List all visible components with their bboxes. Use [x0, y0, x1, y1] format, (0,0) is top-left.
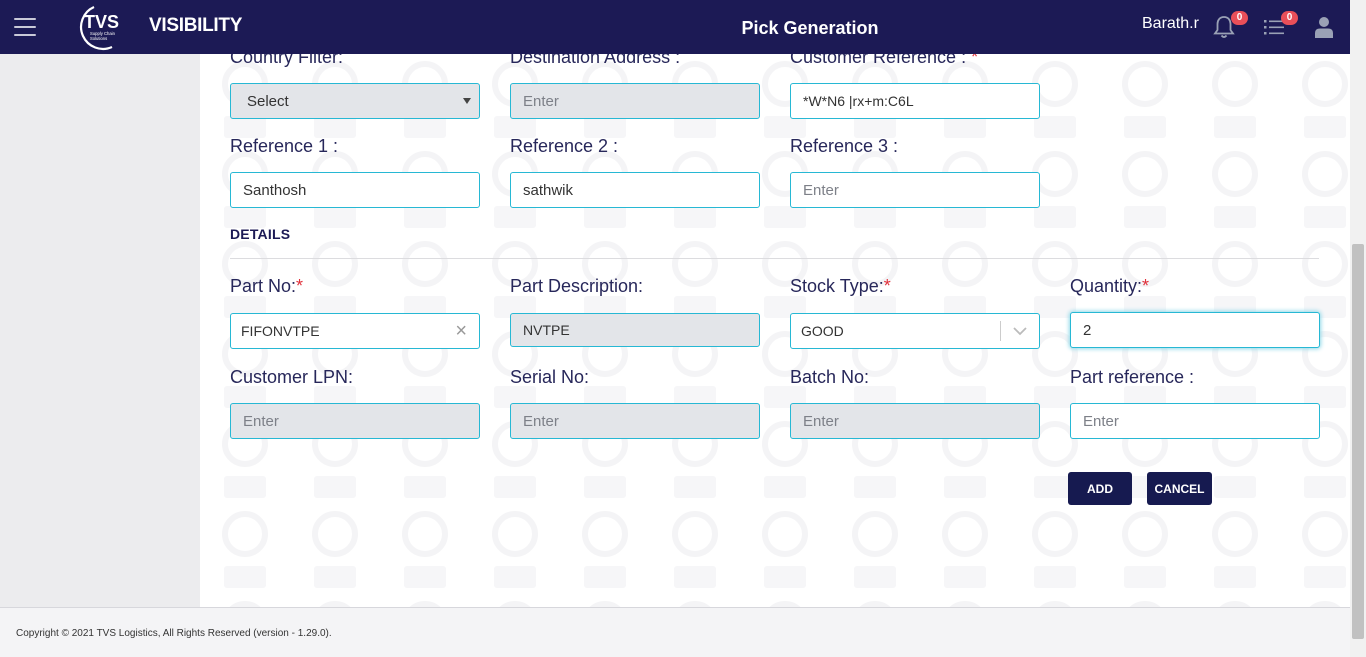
destination-address-label: Destination Address : [510, 54, 681, 67]
user-profile-button[interactable] [1313, 14, 1339, 40]
sidebar [0, 54, 200, 607]
top-navbar: TVS Supply Chain Solutions VISIBILITY Pi… [0, 0, 1350, 54]
details-section-title: DETAILS [230, 226, 291, 242]
tasks-button[interactable]: 0 [1262, 11, 1298, 40]
destination-address-input[interactable]: Enter [510, 83, 760, 119]
part-reference-input[interactable]: Enter [1070, 403, 1320, 439]
part-no-input[interactable]: FIFONVTPE × [230, 313, 480, 349]
part-no-label: Part No:* [230, 276, 304, 296]
reference-2-input[interactable]: sathwik [510, 172, 760, 208]
add-button[interactable]: ADD [1068, 472, 1132, 505]
customer-lpn-input[interactable]: Enter [230, 403, 480, 439]
part-no-value: FIFONVTPE [241, 323, 320, 339]
stock-type-value: GOOD [801, 323, 844, 339]
serial-no-label: Serial No: [510, 367, 590, 387]
reference-2-label: Reference 2 : [510, 136, 619, 156]
required-mark: * [1142, 276, 1150, 296]
clear-icon[interactable]: × [455, 320, 467, 343]
reference-3-input[interactable]: Enter [790, 172, 1040, 208]
part-description-label: Part Description: [510, 276, 644, 296]
stock-type-label: Stock Type:* [790, 276, 891, 296]
customer-reference-label: Customer Reference : * [790, 54, 978, 68]
footer: Copyright © 2021 TVS Logistics, All Righ… [0, 607, 1350, 657]
serial-no-input[interactable]: Enter [510, 403, 760, 439]
main-content: Country Filter: Destination Address : Cu… [200, 54, 1350, 607]
section-divider [230, 258, 1319, 259]
page-scrollbar[interactable] [1350, 0, 1366, 657]
required-mark: * [296, 276, 304, 296]
reference-1-input[interactable]: Santhosh [230, 172, 480, 208]
customer-reference-input[interactable]: *W*N6 |rx+m:C6L [790, 83, 1040, 119]
copyright-text: Copyright © 2021 TVS Logistics, All Righ… [16, 628, 332, 639]
stock-type-select[interactable]: GOOD [790, 313, 1040, 349]
reference-1-label: Reference 1 : [230, 136, 339, 156]
country-filter-select[interactable]: Select [230, 83, 480, 119]
tasks-badge: 0 [1281, 11, 1298, 25]
required-mark: * [883, 276, 891, 296]
batch-no-input[interactable]: Enter [790, 403, 1040, 439]
part-description-input[interactable]: NVTPE [510, 313, 760, 347]
cancel-button[interactable]: CANCEL [1147, 472, 1212, 505]
required-mark: * [971, 54, 979, 67]
user-icon [1315, 17, 1333, 38]
part-reference-label: Part reference : [1070, 367, 1195, 387]
chevron-down-icon[interactable] [1001, 321, 1039, 341]
notifications-button[interactable]: 0 [1212, 11, 1248, 40]
country-filter-label: Country Filter: [230, 54, 344, 67]
quantity-label: Quantity:* [1070, 276, 1150, 296]
select-caret-icon [463, 98, 471, 104]
quantity-input[interactable]: 2 [1070, 312, 1320, 348]
customer-lpn-label: Customer LPN: [230, 367, 354, 387]
reference-3-label: Reference 3 : [790, 136, 899, 156]
user-name[interactable]: Barath.r [1142, 15, 1199, 33]
batch-no-label: Batch No: [790, 367, 870, 387]
notification-badge: 0 [1231, 11, 1248, 25]
scrollbar-thumb[interactable] [1352, 244, 1364, 639]
country-filter-value: Select [247, 92, 289, 110]
